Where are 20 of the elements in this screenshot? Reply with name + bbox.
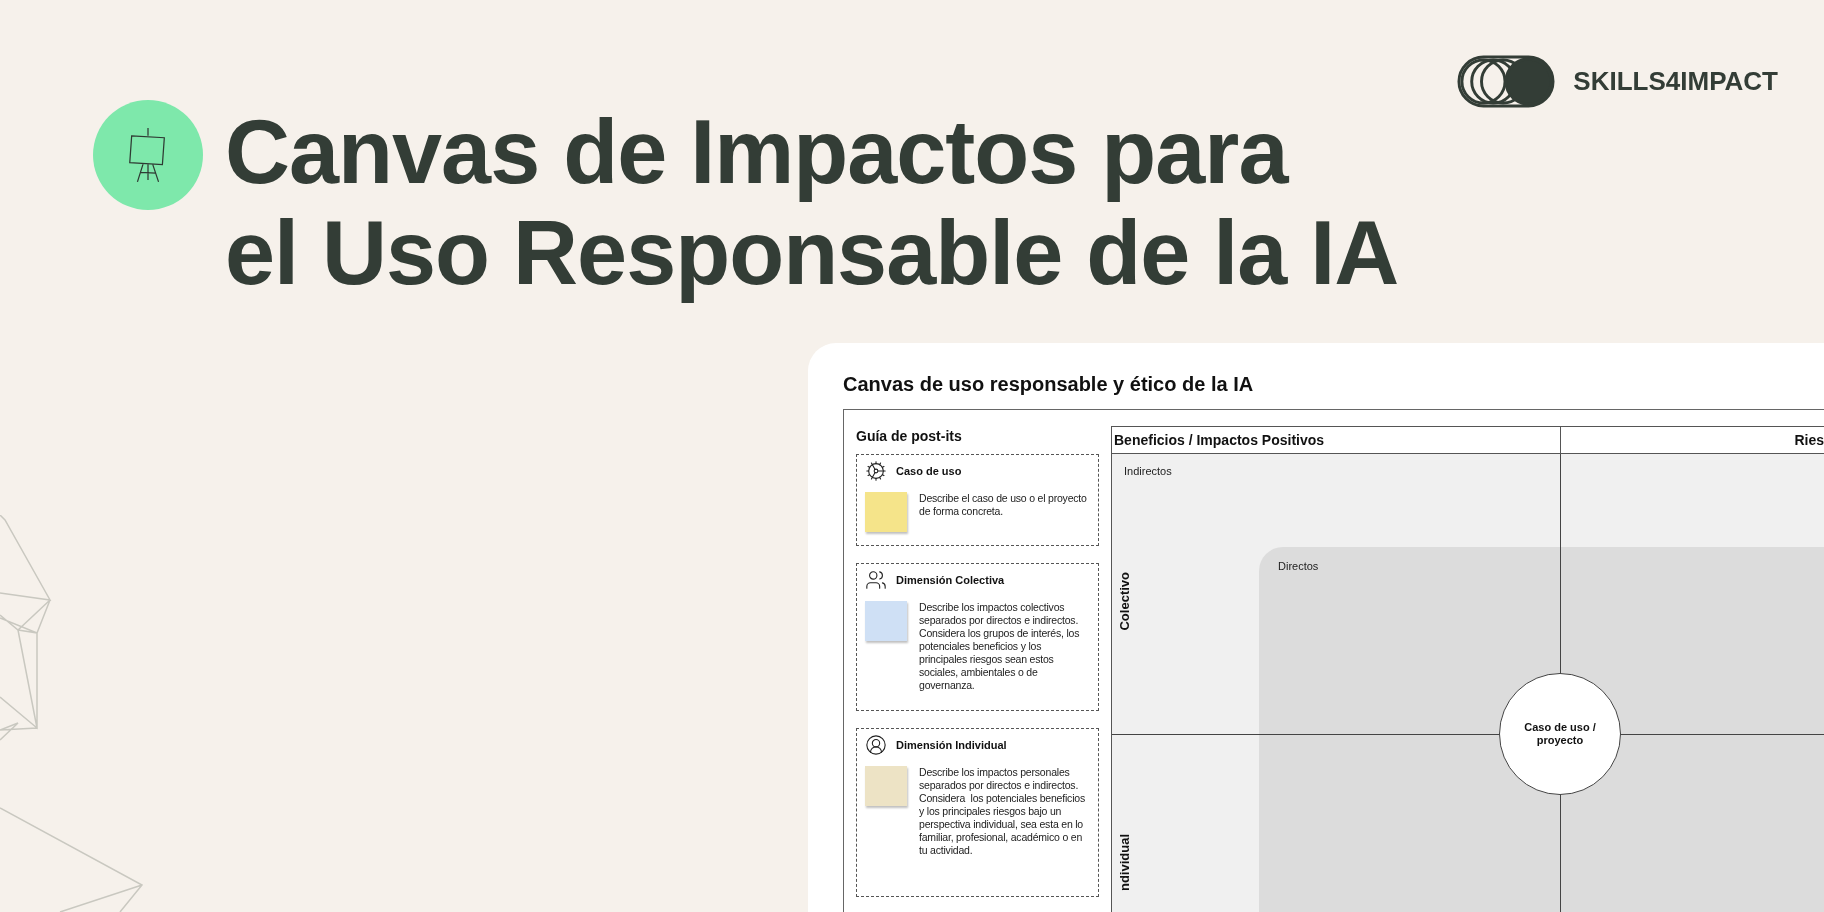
guide-card-title: Dimensión Individual — [896, 737, 1007, 753]
brand-name: SKILLS4IMPACT — [1573, 65, 1778, 98]
guide-card-title: Caso de uso — [896, 463, 962, 479]
column-header: Ries — [1560, 427, 1824, 453]
guide-card-description: Describe los impactos personales separados por directos e indirectos. Considera los potenciales beneficios y los principales riesgos bajo un perspectiva individual, sea esta en lo familiar, profesional, académico o en tu actividad. — [919, 766, 1086, 857]
zone-label: Indirectos — [1124, 464, 1172, 479]
row-label: Colectivo — [1116, 572, 1133, 631]
guide-title: Guía de post-its — [856, 427, 963, 446]
document-title: Canvas de uso responsable y ético de la IA — [843, 372, 1255, 397]
gear-icon — [865, 460, 887, 482]
guide-card-description: Describe los impactos colectivos separados por directos e indirectos. Considera los grupos de interés, los potenciales beneficios y los principales riesgos sean estos sociales, ambientales o de governanza. — [919, 601, 1081, 692]
guide-card-description: Describe el caso de uso o el proyecto de forma concreta. — [919, 492, 1088, 519]
people-icon — [865, 569, 887, 591]
row-label: ndividual — [1116, 834, 1133, 892]
guide-card-title: Dimensión Colectiva — [896, 572, 1005, 588]
headline: Canvas de Impactos para el Uso Responsable de la IA — [225, 102, 1399, 304]
zone-label: Directos — [1278, 559, 1319, 574]
column-header: Beneficios / Impactos Positivos — [1113, 431, 1326, 450]
person-icon — [865, 734, 887, 756]
logo-icon — [1457, 55, 1556, 108]
